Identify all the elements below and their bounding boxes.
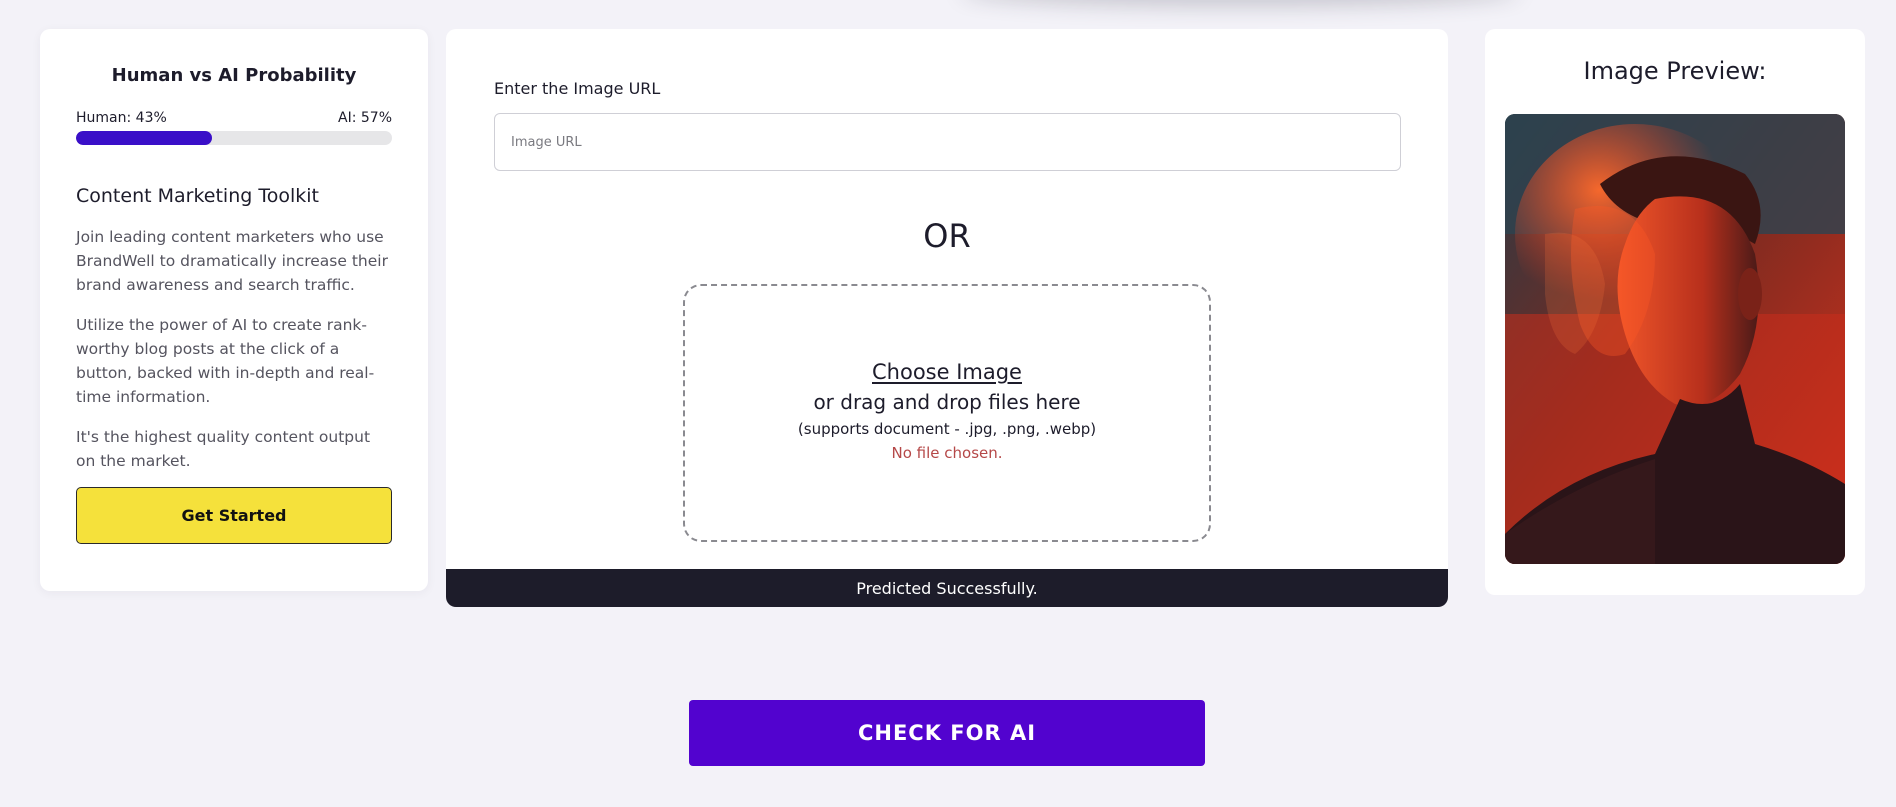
drag-drop-hint: or drag and drop files here xyxy=(813,390,1081,414)
promo-title: Content Marketing Toolkit xyxy=(76,185,319,207)
get-started-button[interactable]: Get Started xyxy=(76,487,392,544)
ai-probability-label: AI: 57% xyxy=(338,110,392,126)
promo-paragraph: Utilize the power of AI to create rank-w… xyxy=(76,316,375,406)
probability-bar-fill xyxy=(76,131,212,145)
page: Human vs AI Probability Human: 43% AI: 5… xyxy=(0,0,1896,807)
or-divider: OR xyxy=(923,217,971,255)
choose-image-link[interactable]: Choose Image xyxy=(685,360,1209,384)
check-for-ai-button[interactable]: CHECK FOR AI xyxy=(689,700,1205,766)
upload-card: Enter the Image URL OR Choose Image or d… xyxy=(446,29,1448,607)
human-probability-label: Human: 43% xyxy=(76,110,167,126)
probability-labels: Human: 43% AI: 57% xyxy=(76,110,392,126)
file-dropzone[interactable]: Choose Image or drag and drop files here… xyxy=(683,284,1211,542)
promo-paragraph: Join leading content marketers who use B… xyxy=(76,228,388,294)
promo-paragraph: It's the highest quality content output … xyxy=(76,428,371,470)
image-preview-title: Image Preview: xyxy=(1583,57,1767,85)
preview-image xyxy=(1505,114,1845,564)
image-preview-card: Image Preview: xyxy=(1485,29,1865,595)
probability-card: Human vs AI Probability Human: 43% AI: 5… xyxy=(40,29,428,591)
file-status: No file chosen. xyxy=(891,444,1003,462)
probability-bar xyxy=(76,131,392,145)
status-message: Predicted Successfully. xyxy=(446,569,1448,607)
image-url-label: Enter the Image URL xyxy=(494,79,661,98)
image-url-input[interactable] xyxy=(494,113,1401,171)
portrait-illustration xyxy=(1505,114,1845,564)
supported-formats: (supports document - .jpg, .png, .webp) xyxy=(797,420,1097,438)
probability-title: Human vs AI Probability xyxy=(111,65,357,86)
